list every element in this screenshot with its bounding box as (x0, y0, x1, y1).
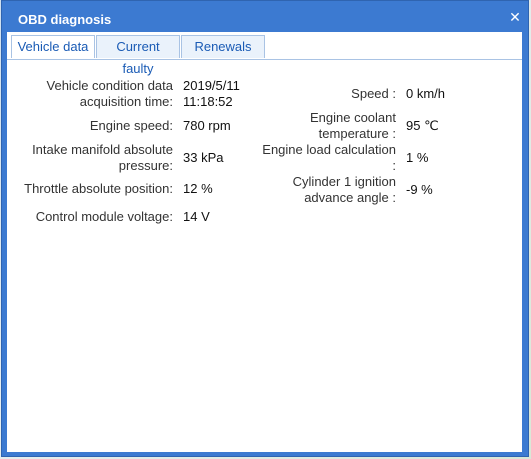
engine-load-label-line1: Engine load calculation (262, 142, 396, 157)
module-voltage-value: 14 V (183, 209, 210, 224)
coolant-temperature-label: Engine coolant temperature : (227, 110, 396, 142)
tab-current-faulty[interactable]: Current faulty (96, 35, 180, 76)
module-voltage-label: Control module voltage: (35, 209, 173, 224)
ignition-advance-value: -9 % (406, 182, 433, 197)
window-content: Vehicle data Current faulty Renewals Veh… (7, 32, 522, 452)
intake-pressure-value: 33 kPa (183, 150, 224, 165)
tab-divider (7, 59, 522, 60)
engine-speed-value: 780 rpm (183, 118, 231, 133)
acquisition-time-label-line1: Vehicle condition data (46, 78, 173, 93)
speed-label: Speed : (351, 86, 396, 101)
intake-pressure-label-line1: Intake manifold absolute (32, 142, 173, 157)
engine-load-label-line2: : (392, 158, 396, 173)
coolant-temperature-label-line2: temperature : (318, 126, 396, 141)
window-titlebar[interactable]: OBD diagnosis ✕ (2, 1, 528, 35)
speed-value: 0 km/h (406, 86, 446, 101)
coolant-temperature-value: 95 ℃ (406, 118, 439, 133)
engine-speed-label: Engine speed: (89, 118, 173, 133)
acquisition-time-label-line2: acquisition time: (79, 94, 173, 109)
coolant-temperature-label-line1: Engine coolant (309, 110, 396, 125)
acquisition-time-label: Vehicle condition data acquisition time: (7, 78, 173, 110)
engine-load-value: 1 % (406, 150, 429, 165)
throttle-position-value: 12 % (183, 181, 213, 196)
tab-vehicle-data[interactable]: Vehicle data (11, 35, 95, 58)
engine-load-label: Engine load calculation : (227, 142, 396, 174)
tab-bar: Vehicle data Current faulty Renewals (11, 35, 266, 76)
close-icon[interactable]: ✕ (508, 10, 522, 24)
intake-pressure-label: Intake manifold absolute pressure: (7, 142, 173, 174)
ignition-advance-label-line1: Cylinder 1 ignition (292, 174, 396, 189)
obd-diagnosis-window: OBD diagnosis ✕ Vehicle data Current fau… (1, 0, 529, 457)
ignition-advance-label: Cylinder 1 ignition advance angle : (227, 174, 396, 206)
tab-renewals[interactable]: Renewals (181, 35, 265, 58)
intake-pressure-label-line2: pressure: (118, 158, 173, 173)
window-title: OBD diagnosis (18, 12, 112, 27)
throttle-position-label: Throttle absolute position: (24, 181, 173, 196)
ignition-advance-label-line2: advance angle : (304, 190, 396, 205)
